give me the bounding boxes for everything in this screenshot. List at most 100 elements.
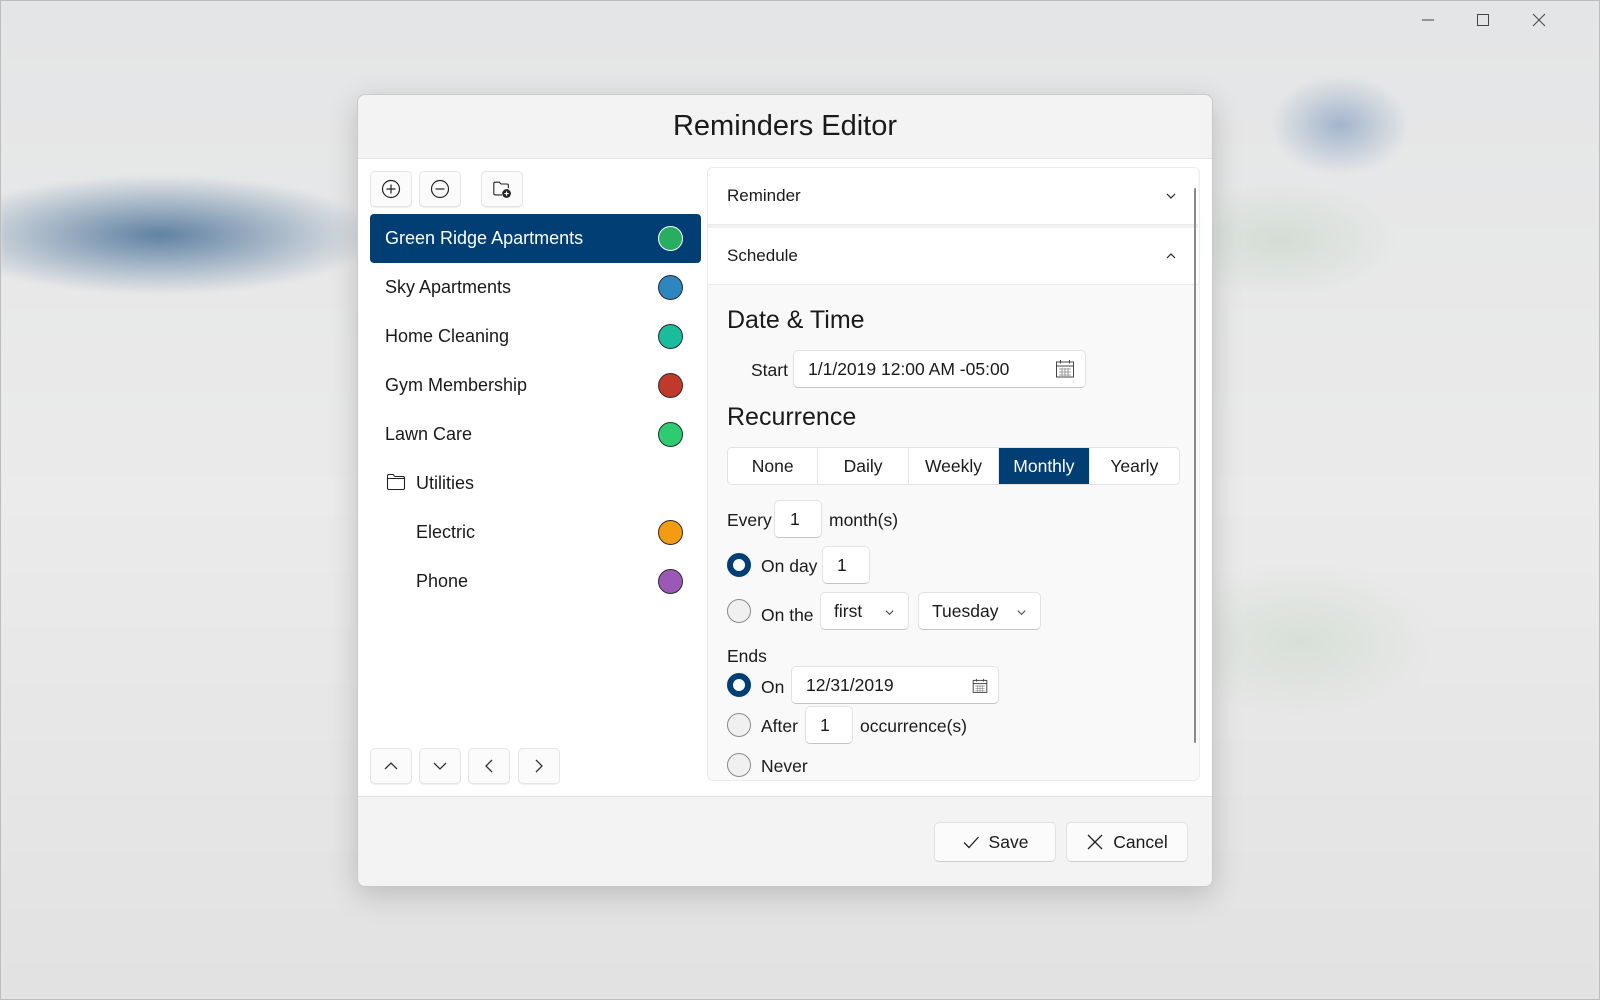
on-the-radio[interactable] <box>727 599 751 623</box>
occurrences-unit-label: occurrence(s) <box>860 716 967 736</box>
ends-never-label: Never <box>761 756 808 776</box>
schedule-expander-header[interactable]: Schedule <box>708 228 1198 285</box>
recurrence-weekly-button[interactable]: Weekly <box>909 448 1000 484</box>
maximize-button[interactable] <box>1455 0 1511 40</box>
ends-never-radio[interactable] <box>727 753 751 777</box>
start-datetime-field[interactable]: 1/1/2019 12:00 AM -05:00 <box>793 350 1086 388</box>
calendar-icon[interactable] <box>1055 359 1075 379</box>
save-label: Save <box>988 831 1029 852</box>
folder-icon <box>386 473 406 491</box>
list-item[interactable]: Sky Apartments <box>370 263 701 312</box>
list-item[interactable]: Gym Membership <box>370 361 701 410</box>
minimize-button[interactable] <box>1400 0 1456 40</box>
on-day-input[interactable]: 1 <box>822 546 870 584</box>
on-the-label: On the <box>761 605 814 625</box>
color-dot <box>658 373 683 398</box>
ends-on-label: On <box>761 677 785 697</box>
list-item-label: Lawn Care <box>385 424 473 444</box>
every-interval-value: 1 <box>790 508 800 529</box>
on-day-value: 1 <box>837 554 847 575</box>
move-down-button[interactable] <box>419 748 461 784</box>
ends-on-radio[interactable] <box>727 673 751 697</box>
color-dot <box>658 520 683 545</box>
recurrence-heading: Recurrence <box>727 403 857 431</box>
details-pane: Reminder Schedule Date & Time Start 1/1/… <box>707 167 1200 781</box>
weekday-dropdown[interactable]: Tuesday <box>918 592 1041 630</box>
reminder-expander-header[interactable]: Reminder <box>708 168 1198 225</box>
plus-circle-icon <box>381 179 401 199</box>
cancel-button[interactable]: Cancel <box>1066 822 1188 862</box>
recurrence-yearly-button[interactable]: Yearly <box>1090 448 1179 484</box>
save-button[interactable]: Save <box>934 822 1056 862</box>
close-icon <box>1532 13 1546 27</box>
every-label: Every <box>727 510 772 530</box>
chevron-up-icon <box>384 762 398 770</box>
occurrences-value: 1 <box>820 714 830 735</box>
chevron-left-icon <box>485 759 493 773</box>
list-item[interactable]: Green Ridge Apartments <box>370 214 701 263</box>
every-interval-input[interactable]: 1 <box>774 500 822 538</box>
dialog-title: Reminders Editor <box>358 95 1212 159</box>
reminders-editor-dialog: Reminders Editor Green Ridge Apartments … <box>357 94 1213 887</box>
on-day-label: On day <box>761 556 818 576</box>
list-item[interactable]: Lawn Care <box>370 410 701 459</box>
list-item-label: Green Ridge Apartments <box>385 228 584 248</box>
on-day-radio[interactable] <box>727 553 751 577</box>
list-item-label: Phone <box>416 571 469 591</box>
dialog-footer: Save Cancel <box>358 797 1212 886</box>
cancel-label: Cancel <box>1113 831 1168 852</box>
add-folder-button[interactable] <box>481 171 523 207</box>
move-up-button[interactable] <box>370 748 412 784</box>
recurrence-segmented-control: None Daily Weekly Monthly Yearly <box>727 447 1180 485</box>
minimize-icon <box>1422 19 1434 21</box>
color-dot <box>658 226 683 251</box>
calendar-icon[interactable] <box>972 678 988 694</box>
list-item[interactable]: Electric <box>370 508 701 557</box>
list-item-label: Gym Membership <box>385 375 528 395</box>
minus-circle-icon <box>430 179 450 199</box>
end-date-value: 12/31/2019 <box>806 674 894 695</box>
recurrence-daily-button[interactable]: Daily <box>818 448 909 484</box>
chevron-down-icon <box>1017 610 1026 616</box>
occurrences-input[interactable]: 1 <box>805 706 853 744</box>
end-date-field[interactable]: 12/31/2019 <box>791 666 999 704</box>
list-item[interactable]: Phone <box>370 557 701 606</box>
ends-after-radio[interactable] <box>727 713 751 737</box>
list-item[interactable]: Home Cleaning <box>370 312 701 361</box>
remove-reminder-button[interactable] <box>419 171 461 207</box>
checkmark-icon <box>963 836 979 849</box>
close-icon <box>1087 834 1103 850</box>
color-dot <box>658 324 683 349</box>
color-dot <box>658 569 683 594</box>
reminder-expander-label: Reminder <box>727 186 801 205</box>
close-window-button[interactable] <box>1511 0 1567 40</box>
chevron-down-icon <box>433 762 447 770</box>
every-unit-label: month(s) <box>829 510 899 530</box>
recurrence-none-button[interactable]: None <box>728 448 819 484</box>
chevron-down-icon <box>885 610 894 616</box>
list-item-label: Home Cleaning <box>385 326 510 346</box>
recurrence-monthly-button[interactable]: Monthly <box>999 448 1090 484</box>
color-dot <box>658 275 683 300</box>
ends-label: Ends <box>727 646 767 666</box>
ordinal-dropdown[interactable]: first <box>820 592 909 630</box>
chevron-up-icon <box>1166 253 1176 259</box>
folder-item[interactable]: Utilities <box>370 459 701 508</box>
ordinal-value: first <box>834 600 863 621</box>
color-dot <box>658 422 683 447</box>
folder-add-icon <box>493 181 511 198</box>
date-time-heading: Date & Time <box>727 306 865 334</box>
dialog-body: Green Ridge Apartments Sky Apartments Ho… <box>358 159 1212 797</box>
maximize-icon <box>1477 14 1489 26</box>
add-reminder-button[interactable] <box>370 171 412 207</box>
weekday-value: Tuesday <box>932 600 999 621</box>
ends-after-label: After <box>761 716 798 736</box>
list-item-label: Sky Apartments <box>385 277 512 297</box>
start-datetime-value: 1/1/2019 12:00 AM -05:00 <box>808 358 1010 379</box>
indent-button[interactable] <box>518 748 560 784</box>
vertical-scrollbar[interactable] <box>1194 188 1196 743</box>
schedule-expander-label: Schedule <box>727 246 798 265</box>
chevron-right-icon <box>535 759 543 773</box>
chevron-down-icon <box>1166 193 1176 199</box>
outdent-button[interactable] <box>468 748 510 784</box>
